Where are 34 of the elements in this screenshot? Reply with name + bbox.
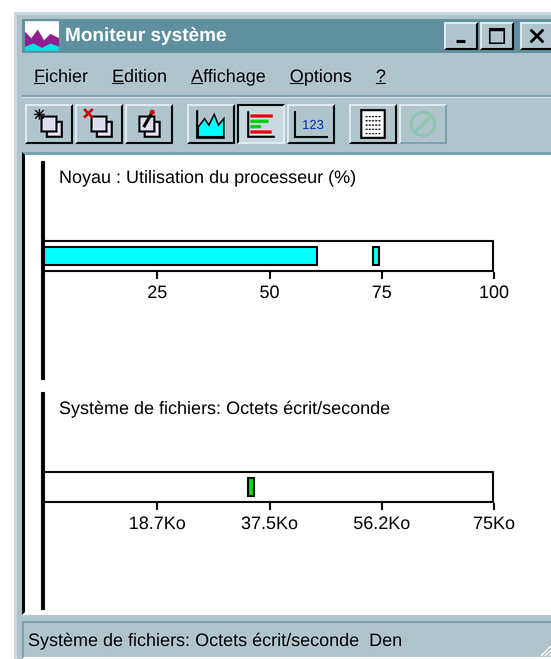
maximize-icon	[489, 28, 505, 44]
menu-item[interactable]: Edition	[112, 66, 168, 86]
minimize-icon	[456, 40, 466, 42]
menu-item[interactable]: Options	[290, 66, 352, 86]
report-icon	[357, 108, 389, 140]
tick-label: 37.5Ko	[240, 512, 298, 534]
delete-counter-icon	[83, 108, 115, 140]
tick-label: 25	[147, 282, 168, 303]
app-icon[interactable]	[25, 21, 59, 51]
close-icon	[529, 28, 545, 44]
toolbar-button[interactable]	[237, 104, 285, 144]
tick-label: 18.7Ko	[128, 512, 186, 534]
tick-label: 50	[259, 282, 280, 303]
tick-label: 75Ko	[472, 512, 516, 534]
window-title: Moniteur système	[65, 25, 228, 47]
tick-label: 75	[372, 282, 392, 303]
meter-title: Noyau : Utilisation du processeur (%)	[58, 166, 358, 188]
status-text: Système de fichiers: Octets écrit/seconde Den	[28, 630, 404, 650]
minimize-button[interactable]	[444, 22, 478, 50]
menu-item[interactable]: Fichier	[34, 66, 88, 86]
close-button[interactable]	[520, 22, 551, 50]
menu-item[interactable]: Affichage	[191, 66, 266, 86]
toolbar-button[interactable]: 123	[287, 104, 335, 144]
disabled-icon	[407, 108, 439, 140]
tick-label: 56.2Ko	[353, 512, 410, 534]
new-counter-icon	[33, 108, 65, 140]
maximize-button[interactable]	[480, 22, 514, 50]
menu-item[interactable]: ?	[376, 66, 386, 86]
numeric-view-label: 123	[294, 110, 328, 138]
tick-label: 100	[478, 282, 510, 303]
meter-title: Système de fichiers: Octets écrit/seconde	[58, 396, 392, 418]
line-chart-icon	[195, 108, 227, 140]
resize-grip-icon[interactable]	[538, 643, 551, 657]
bar-chart-icon	[245, 108, 277, 140]
